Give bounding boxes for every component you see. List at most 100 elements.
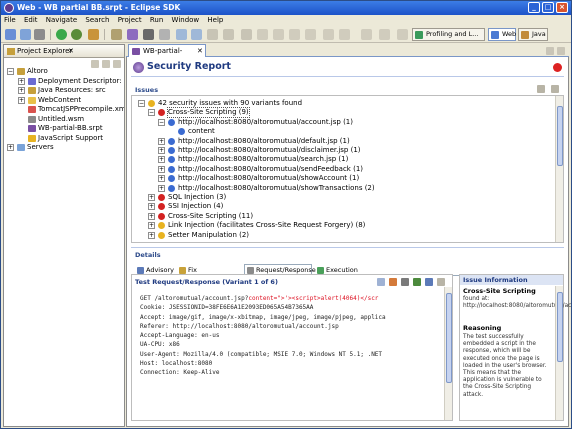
last-edit-icon[interactable] [241, 29, 252, 40]
toolbar-misc-icon[interactable] [339, 29, 350, 40]
tree-node-icon [28, 115, 36, 123]
collapse-icon[interactable] [551, 85, 559, 93]
project-tree: −Altoro+Deployment Descriptor: Altor+Jav… [4, 67, 124, 153]
report-menu-icon[interactable] [553, 63, 562, 72]
menu-navigate[interactable]: Navigate [43, 15, 80, 26]
scroll-thumb[interactable] [446, 293, 452, 383]
debug-icon[interactable] [71, 29, 82, 40]
project-tree-item[interactable]: + Servers [4, 143, 124, 153]
open-type-icon[interactable] [111, 29, 122, 40]
issues-scrollbar[interactable] [555, 96, 563, 242]
next-annotation-icon[interactable] [176, 29, 187, 40]
project-tree-item[interactable]: TomcatJSPPrecompile.xml [4, 105, 124, 115]
scroll-thumb[interactable] [557, 292, 563, 362]
menu-run[interactable]: Run [147, 15, 166, 26]
maximize-view-icon[interactable] [557, 47, 565, 55]
project-tree-item[interactable]: WB-partial-BB.srpt [4, 124, 124, 134]
new-icon[interactable] [5, 29, 16, 40]
project-tree-item[interactable]: + WebContent [4, 96, 124, 106]
print-icon[interactable] [34, 29, 45, 40]
toggle-mark-icon[interactable] [159, 29, 170, 40]
menu-edit[interactable]: Edit [21, 15, 41, 26]
search-icon[interactable] [143, 29, 154, 40]
project-tree-item[interactable]: + Java Resources: src [4, 86, 124, 96]
toolbar-misc-icon[interactable] [361, 29, 372, 40]
java-icon [521, 31, 529, 39]
expand-icon[interactable]: + [158, 184, 165, 192]
warning-icon [148, 100, 155, 107]
expand-icon[interactable]: + [158, 147, 165, 154]
request-toolbar-icon[interactable] [437, 278, 445, 286]
minimize-view-icon[interactable] [546, 47, 554, 55]
pin-icon[interactable] [257, 29, 268, 40]
word-wrap-icon[interactable] [273, 29, 284, 40]
request-toolbar-icon[interactable] [377, 278, 385, 286]
request-scrollbar[interactable] [444, 287, 452, 420]
request-toolbar-icon[interactable] [401, 278, 409, 286]
save-icon[interactable] [20, 29, 31, 40]
show-whitespace-icon[interactable] [305, 29, 316, 40]
menu-window[interactable]: Window [169, 15, 203, 26]
info-scrollbar[interactable] [555, 286, 563, 420]
expand-icon[interactable]: + [158, 137, 165, 145]
menu-file[interactable]: File [1, 15, 19, 26]
menu-help[interactable]: Help [204, 15, 226, 26]
close-icon[interactable]: ✕ [197, 45, 203, 57]
tree-node-icon [28, 77, 36, 85]
minimize-button[interactable]: _ [528, 2, 540, 13]
tree-item-label: JavaScript Support [38, 133, 103, 142]
prev-annotation-icon[interactable] [191, 29, 202, 40]
collapse-icon[interactable]: − [7, 68, 14, 75]
expand-icon[interactable]: + [148, 194, 155, 201]
expand-icon[interactable]: + [18, 96, 25, 104]
perspective-profiling[interactable]: Profiling and L... [412, 28, 485, 41]
eclipse-icon [4, 3, 14, 13]
url-icon [168, 175, 175, 183]
project-tree-item[interactable]: Untitled.wsm [4, 115, 124, 125]
editor-tab-srpt[interactable]: WB-partial-BB.srpt ✕ [128, 44, 206, 67]
expand-icon[interactable]: + [158, 156, 165, 164]
menu-project[interactable]: Project [115, 15, 145, 26]
project-tree-item[interactable]: − Altoro [4, 67, 124, 77]
issue-label: SSI Injection (4) [168, 202, 224, 211]
perspective-web[interactable]: Web [488, 28, 516, 41]
tree-item-label: Deployment Descriptor: Altor [38, 76, 124, 85]
expand-icon[interactable]: + [7, 144, 14, 151]
expand-icon[interactable]: + [18, 77, 25, 85]
perspective-java[interactable]: Java [518, 28, 548, 41]
collapse-icon[interactable]: − [148, 109, 155, 117]
expand-icon[interactable]: + [18, 87, 25, 94]
expand-icon[interactable]: + [148, 222, 155, 230]
run-icon[interactable] [56, 29, 67, 40]
tree-node-icon [28, 134, 36, 142]
menu-search[interactable]: Search [82, 15, 112, 26]
project-tree-item[interactable]: + Deployment Descriptor: Altor [4, 77, 124, 87]
expand-icon[interactable]: + [148, 212, 155, 220]
request-toolbar-icon[interactable] [389, 278, 397, 286]
close-button[interactable]: × [556, 2, 568, 13]
toolbar-misc-icon[interactable] [379, 29, 390, 40]
high-severity-icon [158, 109, 165, 117]
expand-icon[interactable]: + [148, 203, 155, 211]
project-explorer-tab[interactable]: Project Explorer ✕ [4, 45, 124, 58]
filter-icon[interactable] [537, 85, 545, 93]
request-toolbar-icon[interactable] [413, 278, 421, 286]
expand-icon[interactable]: + [158, 165, 165, 173]
scroll-thumb[interactable] [557, 106, 563, 166]
request-toolbar-icon[interactable] [425, 278, 433, 286]
http-request-text[interactable]: GET /altoromutual/account.jsp?content=">… [140, 294, 386, 378]
external-tools-icon[interactable] [88, 29, 99, 40]
maximize-button[interactable]: □ [542, 2, 554, 13]
expand-icon[interactable]: + [158, 175, 165, 183]
back-icon[interactable] [207, 29, 218, 40]
collapse-icon[interactable]: − [138, 100, 145, 107]
expand-icon[interactable]: + [148, 231, 155, 239]
collapse-icon[interactable]: − [158, 118, 165, 126]
open-perspective-icon[interactable] [397, 29, 408, 40]
block-select-icon[interactable] [289, 29, 300, 40]
toolbar-misc-icon[interactable] [323, 29, 334, 40]
close-icon[interactable]: ✕ [68, 45, 74, 58]
open-resource-icon[interactable] [127, 29, 138, 40]
project-tree-item[interactable]: JavaScript Support [4, 134, 124, 144]
forward-icon[interactable] [223, 29, 234, 40]
